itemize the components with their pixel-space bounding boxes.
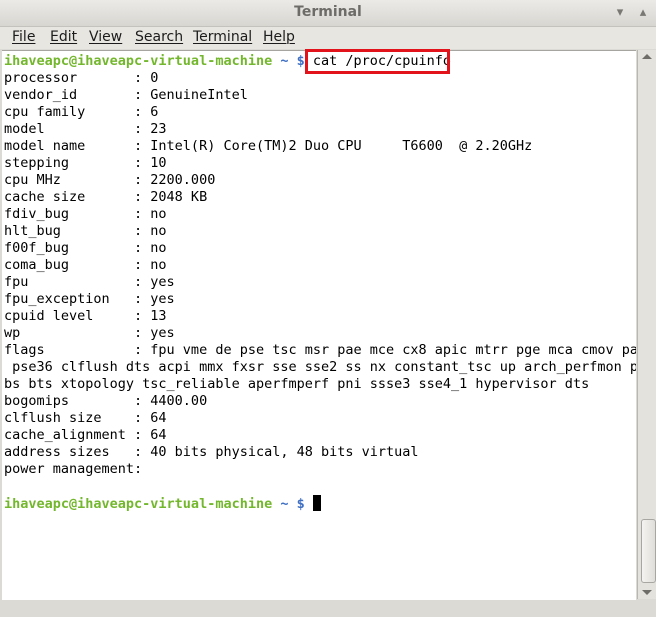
title-bar[interactable]: Terminal ▾ ▴ [0,0,656,27]
output-line: cache size : 2048 KB [4,189,208,205]
menu-terminal[interactable]: Terminal [193,29,252,45]
output-line: stepping : 10 [4,155,167,171]
minimize-icon[interactable]: ▾ [612,5,628,21]
terminal-window: Terminal ▾ ▴ File Edit View Search Termi… [0,0,656,617]
vertical-scrollbar[interactable] [637,50,656,599]
window-bottom-edge [0,600,656,617]
output-line: fpu : yes [4,274,175,290]
output-line: vendor_id : GenuineIntel [4,87,248,103]
scrollbar-thumb[interactable] [641,519,656,583]
output-line: wp : yes [4,325,175,341]
output-line: fdiv_bug : no [4,206,167,222]
prompt-user-host: ihaveapc@ihaveapc-virtual-machine [4,496,273,512]
prompt-path: ~ $ [280,496,305,512]
output-line: address sizes : 40 bits physical, 48 bit… [4,444,419,460]
output-line: model : 23 [4,121,167,137]
maximize-icon[interactable]: ▴ [635,5,651,21]
output-line: f00f_bug : no [4,240,167,256]
output-line: cpu family : 6 [4,104,159,120]
output-line: power management: [4,461,143,477]
menu-edit[interactable]: Edit [50,29,77,45]
command-highlight-box [305,49,450,74]
menu-help[interactable]: Help [263,29,295,45]
prompt-user-host: ihaveapc@ihaveapc-virtual-machine [4,53,273,69]
output-line: cpuid level : 13 [4,308,167,324]
output-line: bogomips : 4400.00 [4,393,208,409]
output-line: hlt_bug : no [4,223,167,239]
output-line: coma_bug : no [4,257,167,273]
scroll-down-icon[interactable] [642,590,652,595]
window-title: Terminal [294,4,362,20]
prompt-path: ~ $ [280,53,305,69]
scroll-up-icon[interactable] [642,54,652,59]
output-line: flags : fpu vme de pse tsc msr pae mce c… [4,342,636,358]
output-line: processor : 0 [4,70,159,86]
menu-bar: File Edit View Search Terminal Help [0,27,656,49]
output-line: fpu_exception : yes [4,291,175,307]
output-line: clflush size : 64 [4,410,167,426]
output-line: cache_alignment : 64 [4,427,167,443]
menu-view[interactable]: View [89,29,122,45]
terminal-output-area[interactable]: ihaveapc@ihaveapc-virtual-machine ~ $ ca… [2,50,636,600]
menu-file[interactable]: File [12,29,35,45]
output-line: bs bts xtopology tsc_reliable aperfmperf… [4,376,590,392]
menu-search[interactable]: Search [135,29,183,45]
output-line: pse36 clflush dts acpi mmx fxsr sse sse2… [4,359,636,375]
output-line: model name : Intel(R) Core(TM)2 Duo CPU … [4,138,533,154]
prompt-line-current: ihaveapc@ihaveapc-virtual-machine ~ $ [4,495,321,512]
output-line: cpu MHz : 2200.000 [4,172,216,188]
text-cursor [312,495,321,511]
